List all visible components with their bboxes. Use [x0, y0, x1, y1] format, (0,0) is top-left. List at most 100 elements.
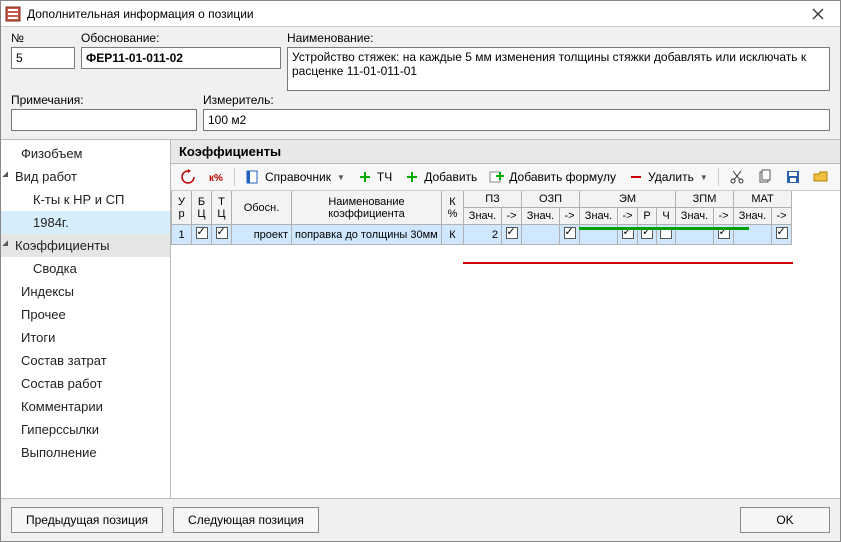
col-mat-znach[interactable]: Знач.	[734, 208, 772, 225]
col-zpm-znach[interactable]: Знач.	[676, 208, 714, 225]
save-icon	[785, 169, 801, 185]
col-pz-arrow[interactable]: ->	[502, 208, 522, 225]
label-primechaniya: Примечания:	[11, 93, 197, 107]
tool-refresh-icon[interactable]	[175, 167, 201, 187]
col-naim[interactable]: Наименование коэффициента	[292, 191, 442, 225]
spravochnik-label: Справочник	[265, 170, 331, 184]
titlebar: Дополнительная информация о позиции	[1, 1, 840, 27]
copy-button[interactable]	[752, 167, 778, 187]
dialog-window: Дополнительная информация о позиции № Об…	[0, 0, 841, 542]
col-em-znach[interactable]: Знач.	[580, 208, 618, 225]
svg-text:к%: к%	[209, 173, 223, 184]
green-indicator	[579, 227, 749, 230]
dobavit-label: Добавить	[424, 170, 477, 184]
copy-icon	[757, 169, 773, 185]
open-button[interactable]	[808, 167, 834, 187]
cut-button[interactable]	[724, 167, 750, 187]
col-zpm[interactable]: ЗПМ	[676, 191, 734, 208]
udalit-label: Удалить	[648, 170, 694, 184]
sidebar-item[interactable]: Вид работ	[1, 165, 170, 188]
col-mat[interactable]: МАТ	[734, 191, 792, 208]
col-em-r[interactable]: Р	[638, 208, 657, 225]
tool-kpct-icon[interactable]: к%	[203, 167, 229, 187]
naimenovanie-field[interactable]	[287, 47, 830, 91]
sidebar-item[interactable]: Состав работ	[1, 372, 170, 395]
col-ozp-znach[interactable]: Знач.	[522, 208, 560, 225]
label-izmeritel: Измеритель:	[203, 93, 830, 107]
close-button[interactable]	[800, 3, 836, 25]
main-panel: Коэффициенты к% Справочник ▼ ТЧ Добавить	[171, 140, 840, 498]
toolbar-separator	[234, 168, 235, 186]
checkbox[interactable]	[776, 227, 788, 239]
sidebar-item[interactable]: Сводка	[1, 257, 170, 280]
coef-grid: У р Б Ц Т Ц Обосн. Наименование коэффици…	[171, 191, 792, 245]
window-title: Дополнительная информация о позиции	[27, 7, 800, 21]
label-number: №	[11, 31, 75, 45]
number-field[interactable]	[11, 47, 75, 69]
sidebar-item[interactable]: Итоги	[1, 326, 170, 349]
checkbox[interactable]	[216, 227, 228, 239]
dobavit-formulu-button[interactable]: Добавить формулу	[484, 167, 621, 187]
main-title: Коэффициенты	[171, 140, 840, 164]
tch-label: ТЧ	[377, 170, 392, 184]
plus-icon	[404, 169, 420, 185]
col-pz[interactable]: ПЗ	[464, 191, 522, 208]
dropdown-arrow-icon: ▼	[700, 173, 708, 182]
sidebar-item[interactable]: Выполнение	[1, 441, 170, 464]
sidebar: ФизобъемВид работК-ты к НР и СП1984г.Коэ…	[1, 140, 171, 498]
dropdown-arrow-icon: ▼	[337, 173, 345, 182]
checkbox[interactable]	[564, 227, 576, 239]
col-zpm-arrow[interactable]: ->	[714, 208, 734, 225]
udalit-button[interactable]: Удалить ▼	[623, 167, 713, 187]
toolbar-separator	[718, 168, 719, 186]
dobavit-formulu-label: Добавить формулу	[509, 170, 616, 184]
checkbox[interactable]	[196, 227, 208, 239]
primechaniya-field[interactable]	[11, 109, 197, 131]
cut-icon	[729, 169, 745, 185]
label-naimenovanie: Наименование:	[287, 31, 830, 45]
ok-button[interactable]: OK	[740, 507, 830, 533]
izmeritel-field[interactable]	[203, 109, 830, 131]
formula-plus-icon	[489, 169, 505, 185]
sidebar-item[interactable]: Физобъем	[1, 142, 170, 165]
app-icon	[5, 6, 21, 22]
sidebar-item[interactable]: Индексы	[1, 280, 170, 303]
sidebar-item[interactable]: К-ты к НР и СП	[1, 188, 170, 211]
col-em[interactable]: ЭМ	[580, 191, 676, 208]
obosnovanie-field[interactable]	[81, 47, 281, 69]
col-obosn[interactable]: Обосн.	[232, 191, 292, 225]
grid-area[interactable]: У р Б Ц Т Ц Обосн. Наименование коэффици…	[171, 191, 840, 498]
col-bc[interactable]: Б Ц	[192, 191, 212, 225]
col-mat-arrow[interactable]: ->	[772, 208, 792, 225]
checkbox[interactable]	[506, 227, 518, 239]
col-tc[interactable]: Т Ц	[212, 191, 232, 225]
col-em-ch[interactable]: Ч	[657, 208, 676, 225]
folder-open-icon	[813, 169, 829, 185]
footer: Предыдущая позиция Следующая позиция OK	[1, 498, 840, 541]
red-indicator	[463, 262, 793, 264]
col-kpct[interactable]: К %	[442, 191, 464, 225]
sidebar-item[interactable]: 1984г.	[1, 211, 170, 234]
next-button[interactable]: Следующая позиция	[173, 507, 319, 533]
save-button[interactable]	[780, 167, 806, 187]
col-ozp[interactable]: ОЗП	[522, 191, 580, 208]
prev-button[interactable]: Предыдущая позиция	[11, 507, 163, 533]
sidebar-item[interactable]: Коэффициенты	[1, 234, 170, 257]
label-obosnovanie: Обоснование:	[81, 31, 281, 45]
col-ur[interactable]: У р	[172, 191, 192, 225]
sidebar-item[interactable]: Прочее	[1, 303, 170, 326]
body-panel: ФизобъемВид работК-ты к НР и СП1984г.Коэ…	[1, 139, 840, 498]
tch-button[interactable]: ТЧ	[352, 167, 397, 187]
sidebar-item[interactable]: Состав затрат	[1, 349, 170, 372]
col-em-arrow[interactable]: ->	[618, 208, 638, 225]
plus-icon	[357, 169, 373, 185]
dobavit-button[interactable]: Добавить	[399, 167, 482, 187]
book-icon	[245, 169, 261, 185]
col-ozp-arrow[interactable]: ->	[560, 208, 580, 225]
minus-icon	[628, 169, 644, 185]
sidebar-item[interactable]: Гиперссылки	[1, 418, 170, 441]
col-pz-znach[interactable]: Знач.	[464, 208, 502, 225]
header-panel: № Обоснование: Наименование: Примечания:…	[1, 27, 840, 139]
sidebar-item[interactable]: Комментарии	[1, 395, 170, 418]
spravochnik-button[interactable]: Справочник ▼	[240, 167, 350, 187]
